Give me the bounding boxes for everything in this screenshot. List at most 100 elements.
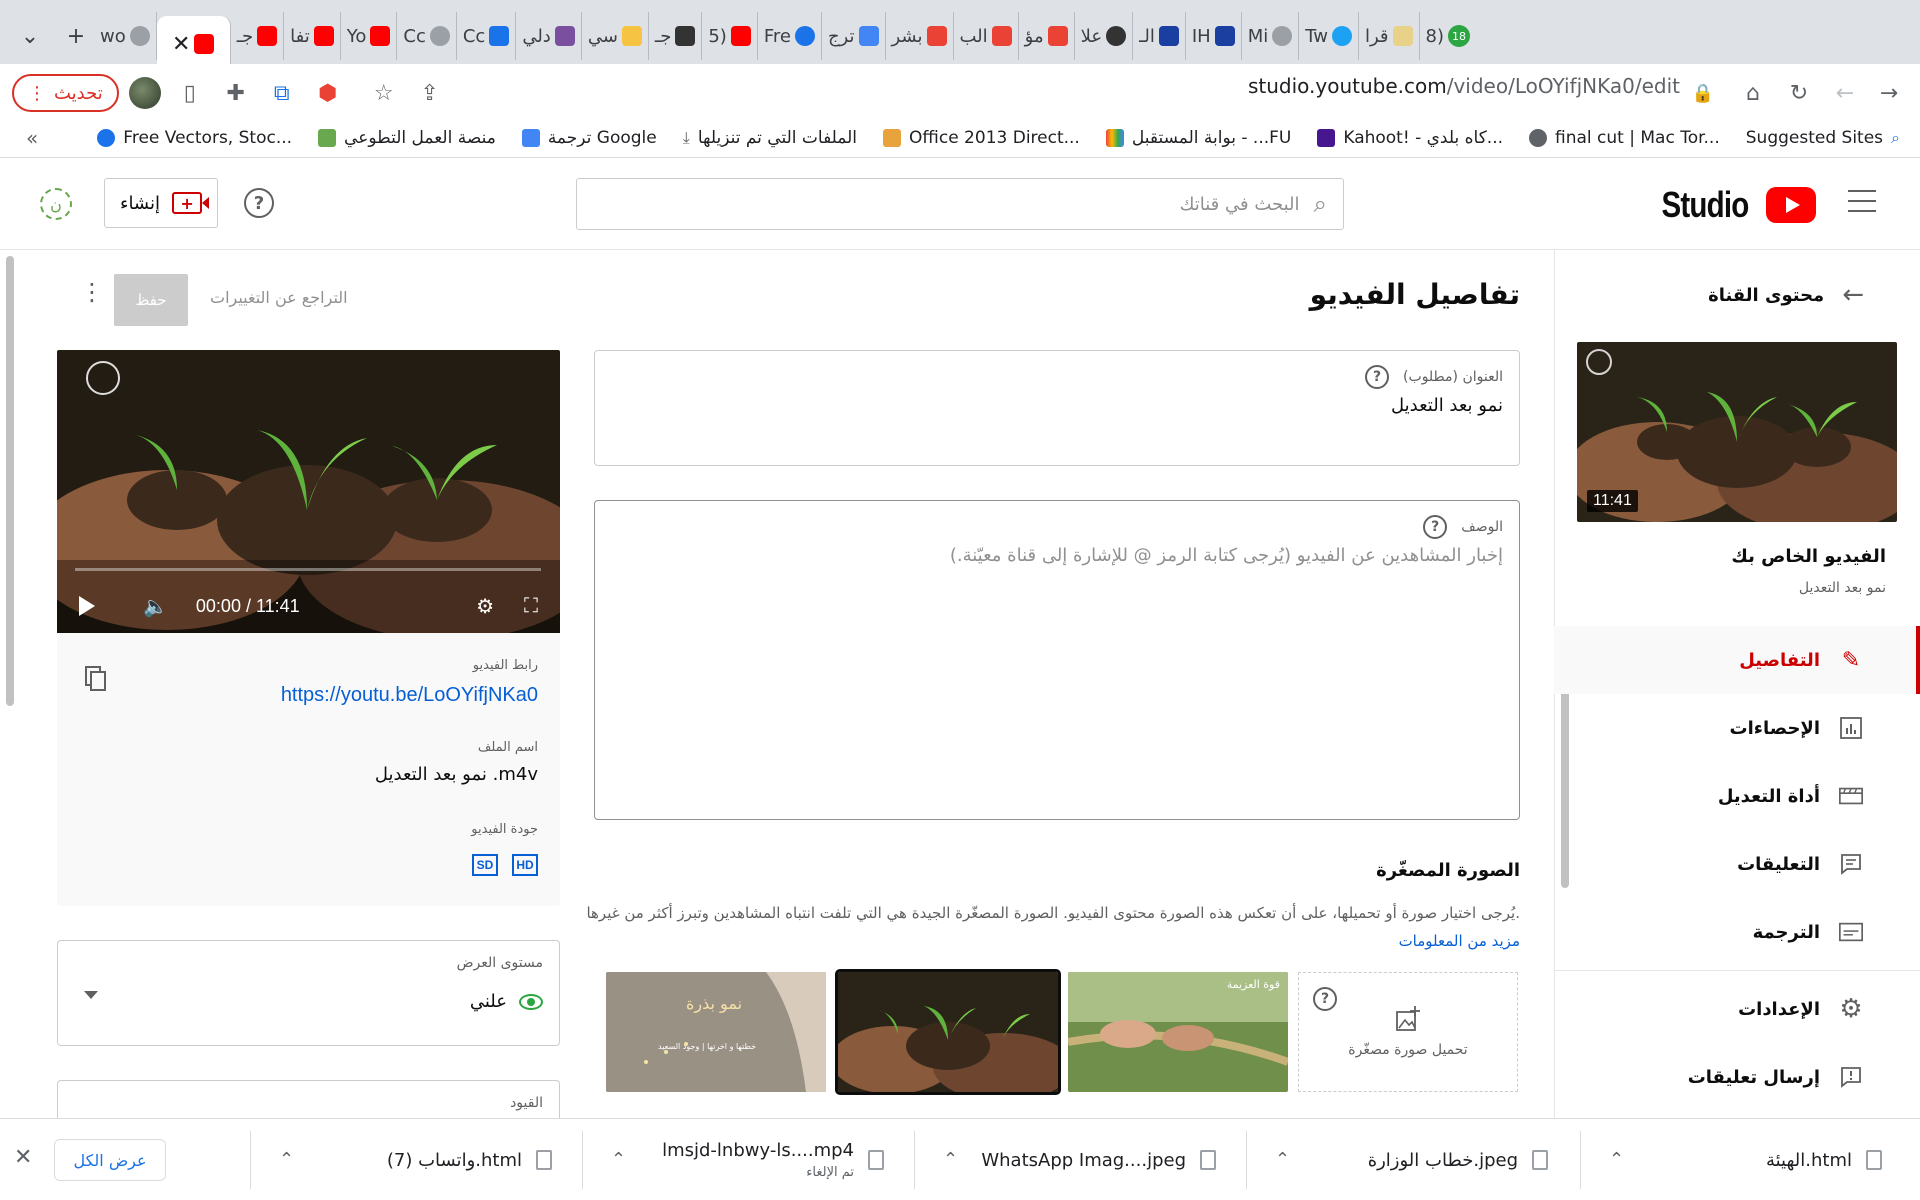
bookmark-item[interactable]: Suggested Sites ⌕ <box>1746 128 1900 148</box>
browser-tab[interactable]: 5) <box>702 12 758 60</box>
browser-tab[interactable]: سي <box>582 12 649 60</box>
title-field[interactable]: ? العنوان (مطلوب) نمو بعد التعديل <box>594 350 1520 466</box>
browser-tab[interactable]: 8) 18 <box>1420 12 1476 60</box>
thumbnail-learn-more-link[interactable]: مزيد من المعلومات <box>1399 932 1520 950</box>
help-icon[interactable]: ? <box>244 188 274 218</box>
download-item[interactable]: ⌃ lmsjd-lnbwy-ls....mp4 تم الإلغاء <box>582 1131 902 1189</box>
sidebar-item-comments[interactable]: التعليقات <box>1554 830 1920 898</box>
description-placeholder[interactable]: إخبار المشاهدين عن الفيديو (يُرجى كتابة … <box>950 545 1503 566</box>
upload-thumbnail-button[interactable]: ? تحميل صورة مصغّرة <box>1298 972 1518 1092</box>
browser-tab[interactable]: Mi <box>1242 12 1300 60</box>
browser-tab[interactable]: ترج <box>822 12 886 60</box>
bookmark-item[interactable]: منصة العمل التطوعي <box>318 128 496 148</box>
browser-tab[interactable]: Fre <box>758 12 822 60</box>
download-item[interactable]: ⌃ خطاب الوزارة.jpeg <box>1246 1131 1566 1189</box>
browser-tab[interactable]: Cc <box>457 12 517 60</box>
address-bar[interactable]: studio.youtube.com/video/LoOYifjNKa0/edi… <box>1240 74 1680 98</box>
bookmark-item[interactable]: Free Vectors, Stoc... <box>97 128 292 148</box>
undo-changes-button[interactable]: التراجع عن التغييرات <box>210 288 348 307</box>
close-icon[interactable]: ✕ <box>14 1145 32 1170</box>
channel-search-input[interactable]: البحث في قناتك ⌕ <box>576 178 1344 230</box>
bookmark-item[interactable]: Kahoot! - كاه بلدي... <box>1317 128 1503 148</box>
visibility-select[interactable]: مستوى العرض علني <box>57 940 560 1046</box>
more-options-icon[interactable]: ⋮ <box>80 280 104 304</box>
browser-tab[interactable]: جـ <box>231 12 285 60</box>
sidebar-item-analytics[interactable]: الإحصاءات <box>1554 694 1920 762</box>
copy-icon[interactable] <box>85 666 107 692</box>
new-tab-plus-icon[interactable]: + <box>58 18 94 54</box>
sidebar-item-editor[interactable]: أداة التعديل <box>1554 762 1920 830</box>
forward-arrow-icon[interactable]: → <box>1872 76 1906 110</box>
browser-tab[interactable]: wo <box>94 12 157 60</box>
download-item[interactable]: ⌃ الهيئة.html <box>1580 1131 1900 1189</box>
tab-search-chevron-icon[interactable]: ⌄ <box>12 18 48 54</box>
gear-icon[interactable]: ⚙ <box>476 594 494 619</box>
fullscreen-icon[interactable]: ⛶ <box>524 595 538 618</box>
thumbnail-option-1[interactable]: نمو بذرة خطتها و اخرتها | وجود السعيد <box>606 972 826 1092</box>
studio-logo[interactable]: Studio <box>1652 184 1816 226</box>
browser-tab[interactable]: تفا <box>284 12 341 60</box>
extensions-puzzle-icon[interactable]: ✚ <box>219 76 253 110</box>
back-arrow-icon[interactable]: ← <box>1828 76 1862 110</box>
sidebar-item-subtitles[interactable]: الترجمة <box>1554 898 1920 966</box>
caret-down-icon[interactable] <box>84 991 98 999</box>
thumbnail-option-2-selected[interactable] <box>835 969 1061 1095</box>
help-icon[interactable]: ? <box>1313 987 1337 1011</box>
close-tab-icon[interactable]: ✕ <box>172 32 190 57</box>
download-item[interactable]: ⌃ WhatsApp Imag....jpeg <box>914 1131 1234 1189</box>
browser-tab[interactable]: قرا <box>1359 12 1420 60</box>
bookmarks-overflow-icon[interactable]: « <box>26 126 38 150</box>
bookmark-item[interactable]: ترجمة Google <box>521 128 657 148</box>
play-icon[interactable] <box>79 596 95 616</box>
browser-tab[interactable]: الـ <box>1133 12 1186 60</box>
browser-tab[interactable]: IH <box>1186 12 1242 60</box>
description-field[interactable]: ? الوصف إخبار المشاهدين عن الفيديو (يُرج… <box>594 500 1520 820</box>
profile-avatar[interactable] <box>128 77 161 109</box>
sidebar-item-settings[interactable]: الإعدادات ⚙ <box>1554 975 1920 1043</box>
bookmark-item[interactable]: ⤓ الملفات التي تم تنزيلها <box>683 128 857 148</box>
hamburger-menu-icon[interactable] <box>1848 190 1876 212</box>
bookmark-item[interactable]: Office 2013 Direct... <box>883 128 1080 148</box>
page-scrollbar[interactable] <box>6 256 14 706</box>
chevron-up-icon[interactable]: ⌃ <box>279 1149 294 1170</box>
reload-icon[interactable]: ↻ <box>1782 76 1816 110</box>
sidebar-item-send-feedback[interactable]: إرسال تعليقات <box>1554 1043 1920 1111</box>
chevron-up-icon[interactable]: ⌃ <box>1275 1149 1290 1170</box>
browser-tab[interactable]: الب <box>954 12 1019 60</box>
browser-tab[interactable]: Yo <box>341 12 398 60</box>
chevron-up-icon[interactable]: ⌃ <box>943 1149 958 1170</box>
browser-tab[interactable]: جـ <box>649 12 703 60</box>
browser-tab[interactable]: مؤ <box>1019 12 1075 60</box>
thumbnail-option-3[interactable]: قوة العزيمة <box>1068 972 1288 1092</box>
title-input-value[interactable]: نمو بعد التعديل <box>1391 395 1503 416</box>
browser-tab[interactable]: Cc <box>397 12 457 60</box>
share-icon[interactable]: ⇪ <box>413 76 447 110</box>
help-icon[interactable]: ? <box>1365 365 1390 389</box>
bookmark-item[interactable]: بوابة المستقبل - ...FU <box>1105 128 1291 148</box>
adblock-icon[interactable]: ⬢ <box>311 76 345 110</box>
channel-avatar[interactable]: ن <box>40 188 72 220</box>
sidebar-video-thumbnail[interactable]: 11:41 <box>1577 342 1897 522</box>
browser-tab[interactable]: علا <box>1075 12 1134 60</box>
show-all-downloads-button[interactable]: عرض الكل <box>54 1139 166 1181</box>
download-item[interactable]: ⌃ واتساب (7).html <box>250 1131 570 1189</box>
sidebar-item-details[interactable]: التفاصيل ✎ <box>1554 626 1920 694</box>
browser-tab[interactable]: Tw <box>1299 12 1359 60</box>
video-link[interactable]: https://youtu.be/LoOYifjNKa0 <box>281 684 538 707</box>
browser-tab[interactable]: بشر <box>886 12 954 60</box>
create-button[interactable]: إنشاء + <box>104 178 218 228</box>
volume-icon[interactable]: 🔈 <box>143 594 168 619</box>
chevron-up-icon[interactable]: ⌃ <box>1609 1149 1624 1170</box>
video-player[interactable]: 🔈 00:00 / 11:41 ⚙ ⛶ <box>57 350 560 633</box>
home-icon[interactable]: ⌂ <box>1736 76 1770 110</box>
video-progress-bar[interactable] <box>75 568 541 571</box>
help-icon[interactable]: ? <box>1423 515 1448 539</box>
back-to-channel-content[interactable]: محتوى القناة ← <box>1708 280 1864 310</box>
update-browser-button[interactable]: ⋮ تحديث <box>12 74 119 112</box>
bookmark-star-icon[interactable]: ☆ <box>367 76 401 110</box>
sidebar-toggle-icon[interactable]: ▯ <box>173 76 207 110</box>
chevron-up-icon[interactable]: ⌃ <box>611 1149 626 1170</box>
screen-share-icon[interactable]: ⧉ <box>265 76 299 110</box>
save-button[interactable]: حفظ <box>114 274 188 326</box>
browser-tab[interactable]: دلي <box>516 12 582 60</box>
